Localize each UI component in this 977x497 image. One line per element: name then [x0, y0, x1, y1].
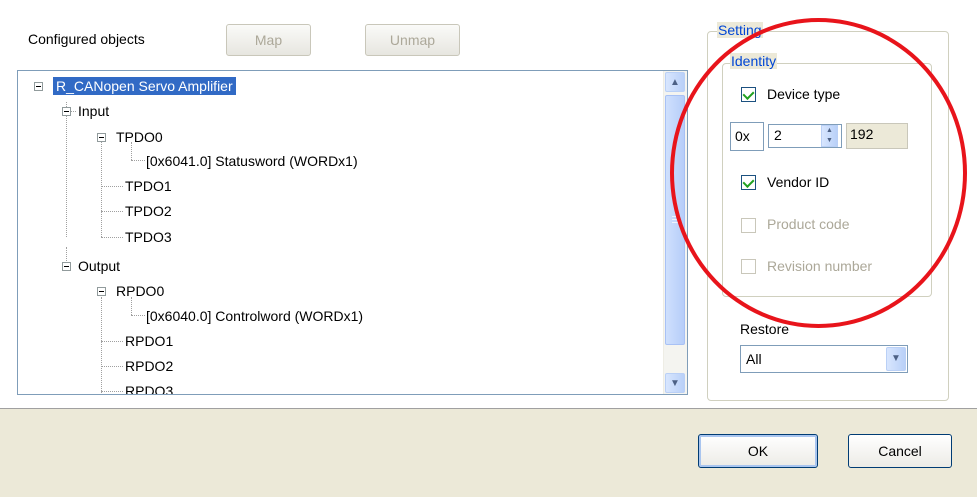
tree-node-controlword[interactable]: [0x6040.0] Controlword (WORDx1)	[146, 307, 363, 325]
cancel-button[interactable]: Cancel	[848, 434, 952, 468]
scroll-up-icon[interactable]: ▲	[665, 72, 685, 92]
checkmark-icon	[742, 87, 755, 101]
collapse-input-icon[interactable]	[62, 107, 71, 116]
map-button[interactable]: Map	[226, 24, 311, 56]
dialog-content-panel: Configured objects Map Unmap R_CANopen S…	[0, 0, 977, 409]
tree-node-tpdo2[interactable]: TPDO2	[125, 202, 172, 220]
tree-node-rpdo1[interactable]: RPDO1	[125, 332, 173, 350]
restore-selected-value: All	[746, 351, 762, 367]
vendor-id-label: Vendor ID	[767, 174, 830, 190]
tree-node-tpdo3[interactable]: TPDO3	[125, 228, 172, 246]
device-type-label: Device type	[767, 86, 841, 102]
unmap-button[interactable]: Unmap	[365, 24, 460, 56]
tree-node-tpdo1[interactable]: TPDO1	[125, 177, 172, 195]
configured-objects-label: Configured objects	[28, 31, 145, 47]
collapse-tpdo0-icon[interactable]	[97, 133, 106, 142]
tree-node-root[interactable]: R_CANopen Servo Amplifier	[53, 77, 236, 95]
scroll-down-icon[interactable]: ▼	[665, 373, 685, 393]
setting-legend: Setting	[717, 22, 763, 38]
revision-number-checkbox[interactable]	[741, 259, 756, 274]
tree-node-rpdo2[interactable]: RPDO2	[125, 357, 173, 375]
tree-node-rpdo3[interactable]: RPDO3	[125, 382, 173, 394]
hex-prefix: 0x	[730, 122, 764, 151]
tree-node-input[interactable]: Input	[78, 102, 109, 120]
tree-vertical-scrollbar[interactable]: ▲ ▼	[663, 71, 687, 394]
scrollbar-thumb[interactable]	[665, 95, 685, 345]
restore-label: Restore	[740, 321, 790, 337]
collapse-output-icon[interactable]	[62, 262, 71, 271]
product-code-label: Product code	[767, 216, 850, 232]
tree-node-tpdo0[interactable]: TPDO0	[116, 128, 163, 146]
identity-legend: Identity	[730, 53, 778, 69]
product-code-checkbox[interactable]	[741, 218, 756, 233]
tree-node-rpdo0[interactable]: RPDO0	[116, 282, 164, 300]
ok-button[interactable]: OK	[698, 434, 818, 468]
tree-node-output[interactable]: Output	[78, 257, 120, 275]
device-type-checkbox[interactable]	[741, 87, 756, 102]
object-tree[interactable]: R_CANopen Servo Amplifier Input TPDO0 [0…	[17, 70, 688, 395]
restore-dropdown[interactable]: All ▼	[740, 345, 908, 373]
checkmark-icon	[742, 175, 755, 189]
revision-number-label: Revision number	[767, 258, 873, 274]
chevron-down-icon[interactable]: ▼	[886, 347, 906, 371]
device-type-readonly-value: 192	[846, 123, 908, 149]
tree-node-statusword[interactable]: [0x6041.0] Statusword (WORDx1)	[146, 152, 358, 170]
device-type-spinner[interactable]: ▲ ▼	[821, 125, 838, 147]
vendor-id-checkbox[interactable]	[741, 175, 756, 190]
collapse-rpdo0-icon[interactable]	[97, 287, 106, 296]
collapse-root-icon[interactable]	[34, 82, 43, 91]
